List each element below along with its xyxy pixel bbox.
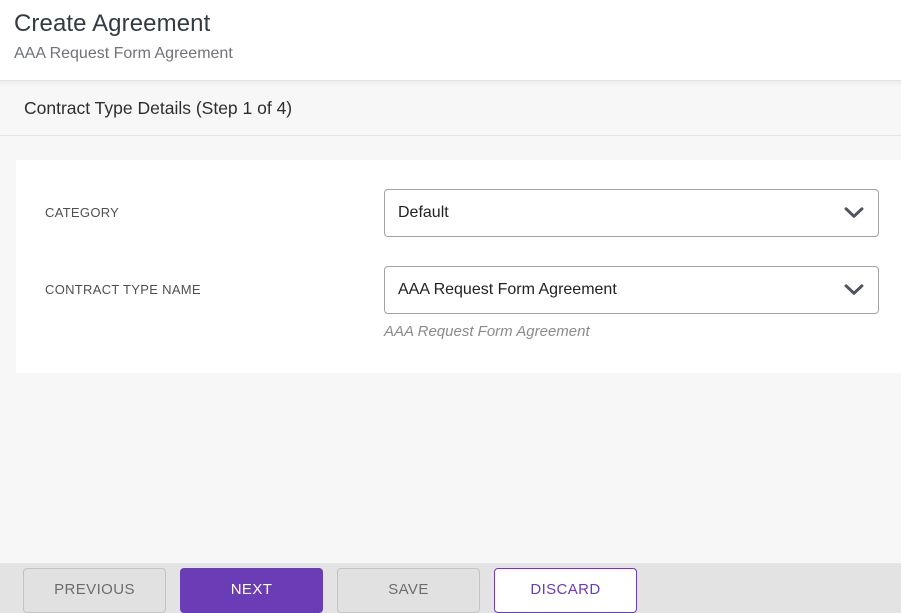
- contract-type-name-label: CONTRACT TYPE NAME: [45, 282, 201, 297]
- category-field: Default: [384, 189, 879, 237]
- category-select[interactable]: Default: [384, 189, 879, 237]
- main-content: CATEGORY Default CONTRACT TYPE NAME AAA …: [0, 136, 901, 563]
- discard-button[interactable]: DISCARD: [494, 568, 637, 613]
- contract-type-name-field-row: CONTRACT TYPE NAME AAA Request Form Agre…: [45, 266, 879, 340]
- previous-button[interactable]: PREVIOUS: [23, 568, 166, 613]
- contract-type-name-select-value: AAA Request Form Agreement: [398, 281, 617, 298]
- next-button[interactable]: NEXT: [180, 568, 323, 613]
- contract-type-name-helper-text: AAA Request Form Agreement: [384, 323, 590, 340]
- category-label: CATEGORY: [45, 205, 120, 220]
- form-card: CATEGORY Default CONTRACT TYPE NAME AAA …: [16, 160, 901, 373]
- page-header: Create Agreement AAA Request Form Agreem…: [0, 0, 901, 81]
- chevron-down-icon: [844, 284, 864, 296]
- create-agreement-page: Create Agreement AAA Request Form Agreem…: [0, 0, 901, 613]
- category-field-row: CATEGORY Default: [45, 189, 879, 237]
- page-subtitle: AAA Request Form Agreement: [14, 45, 233, 62]
- step-header-bar: Contract Type Details (Step 1 of 4): [0, 81, 901, 136]
- save-button[interactable]: SAVE: [337, 568, 480, 613]
- page-title: Create Agreement: [14, 10, 211, 37]
- contract-type-name-select[interactable]: AAA Request Form Agreement: [384, 266, 879, 314]
- contract-type-name-field: AAA Request Form Agreement AAA Request F…: [384, 266, 879, 340]
- footer-action-bar: PREVIOUS NEXT SAVE DISCARD: [0, 563, 901, 613]
- step-title: Contract Type Details (Step 1 of 4): [24, 97, 293, 118]
- chevron-down-icon: [844, 207, 864, 219]
- category-select-value: Default: [398, 204, 449, 221]
